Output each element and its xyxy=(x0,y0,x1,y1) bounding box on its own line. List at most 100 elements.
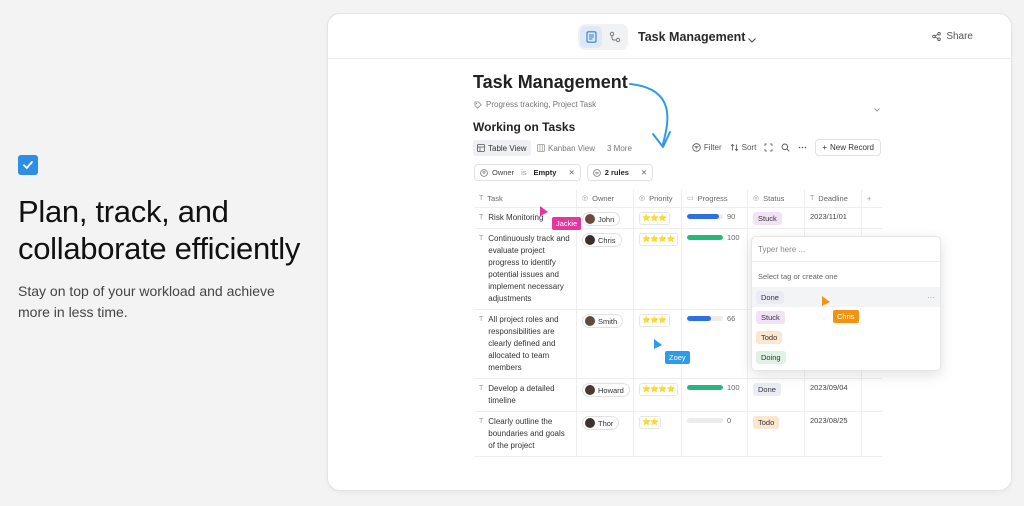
owner-chip[interactable]: Howard xyxy=(582,383,630,397)
status-cell[interactable]: Done xyxy=(748,379,805,411)
status-badge: Todo xyxy=(756,330,783,344)
progress-cell[interactable]: 100 xyxy=(682,229,748,309)
new-record-button[interactable]: + New Record xyxy=(815,139,881,156)
progress-cell[interactable]: 0 xyxy=(682,412,748,456)
progress-cell[interactable]: 100 xyxy=(682,379,748,411)
collaborator-tag-zoey: Zoey xyxy=(665,351,690,364)
progress-bar xyxy=(687,214,723,219)
collapse-chevron-icon[interactable] xyxy=(873,100,881,118)
deadline-cell[interactable]: 2023/11/01 xyxy=(805,208,862,230)
tab-table-view[interactable]: Table View xyxy=(473,140,531,156)
owner-chip[interactable]: John xyxy=(582,212,621,226)
owner-cell[interactable]: Thor xyxy=(577,412,634,456)
owner-cell[interactable]: John xyxy=(577,208,634,230)
view-toolbar: Table View Kanban View 3 More Filter Sor… xyxy=(473,139,881,158)
status-cell[interactable]: Stuck xyxy=(748,208,805,230)
column-label: Deadline xyxy=(818,194,848,203)
table-icon xyxy=(477,144,485,152)
column-header-status[interactable]: ◎ Status xyxy=(748,190,805,207)
search-icon[interactable] xyxy=(781,143,790,152)
dropdown-option-doing[interactable]: Doing xyxy=(752,347,940,367)
progress-fill xyxy=(687,235,723,240)
star-rating[interactable]: ⭐⭐⭐⭐ xyxy=(639,233,678,246)
share-button[interactable]: Share xyxy=(932,31,973,42)
close-icon[interactable]: ✕ xyxy=(641,168,647,177)
task-text: Risk Monitoring xyxy=(488,213,544,222)
owner-cell[interactable]: Chris xyxy=(577,229,634,309)
avatar xyxy=(585,235,595,245)
text-field-icon: T xyxy=(479,418,484,425)
task-cell[interactable]: T All project roles and responsibilities … xyxy=(474,310,577,378)
tag-search-input[interactable]: Typer here ... xyxy=(752,237,940,262)
document-title: Task Management xyxy=(473,72,628,92)
column-header-task[interactable]: T Task xyxy=(474,190,577,207)
owner-cell[interactable]: Smith xyxy=(577,310,634,378)
priority-cell[interactable]: ⭐⭐⭐ xyxy=(634,310,682,378)
hero-headline: Plan, track, and collaborate efficiently xyxy=(18,194,301,266)
expand-icon[interactable] xyxy=(764,143,773,152)
owner-filter-chip[interactable]: Owner is Empty ✕ xyxy=(474,164,581,181)
star-rating[interactable]: ⭐⭐⭐ xyxy=(639,212,670,225)
task-cell[interactable]: T Develop a detailed timeline xyxy=(474,379,577,411)
owner-chip[interactable]: Chris xyxy=(582,233,622,247)
owner-cell[interactable]: Howard xyxy=(577,379,634,411)
progress-bar xyxy=(687,418,723,423)
priority-cell[interactable]: ⭐⭐ xyxy=(634,412,682,456)
owner-chip[interactable]: Thor xyxy=(582,416,620,430)
add-column-button[interactable]: + xyxy=(862,190,882,207)
text-field-icon: T xyxy=(479,385,484,392)
progress-bar xyxy=(687,235,723,240)
tab-kanban-view[interactable]: Kanban View xyxy=(533,140,599,156)
more-options-icon[interactable] xyxy=(798,143,807,152)
document-view-icon[interactable] xyxy=(580,26,602,48)
rules-icon xyxy=(592,168,601,177)
table-header: T Task ◎ Owner ◎ Priority ▭ Progress ◎ Status… xyxy=(474,190,882,208)
column-header-deadline[interactable]: T Deadline xyxy=(805,190,862,207)
task-cell[interactable]: T Continuously track and evaluate project… xyxy=(474,229,577,309)
priority-cell[interactable]: ⭐⭐⭐ xyxy=(634,208,682,230)
close-icon[interactable]: ✕ xyxy=(568,168,574,177)
text-field-icon: T xyxy=(479,214,484,221)
share-icon xyxy=(932,32,942,41)
status-badge[interactable]: Done xyxy=(753,383,781,396)
star-rating[interactable]: ⭐⭐ xyxy=(639,416,662,429)
star-rating[interactable]: ⭐⭐⭐⭐ xyxy=(639,383,678,396)
more-options-icon[interactable]: ··· xyxy=(927,293,935,302)
star-rating[interactable]: ⭐⭐⭐ xyxy=(639,314,670,327)
sort-button[interactable]: Sort xyxy=(730,143,756,152)
hand-drawn-arrow xyxy=(629,83,669,145)
priority-cell[interactable]: ⭐⭐⭐⭐ xyxy=(634,379,682,411)
tab-more-views[interactable]: 3 More xyxy=(603,140,636,156)
column-header-priority[interactable]: ◎ Priority xyxy=(634,190,682,207)
tag-icon xyxy=(474,101,482,109)
status-badge[interactable]: Stuck xyxy=(753,212,782,225)
priority-cell[interactable]: ⭐⭐⭐⭐ xyxy=(634,229,682,309)
status-icon: ◎ xyxy=(753,194,760,202)
task-cell[interactable]: T Clearly outline the boundaries and goal… xyxy=(474,412,577,456)
table-row[interactable]: T Develop a detailed timeline Howard ⭐⭐⭐⭐… xyxy=(474,379,882,412)
progress-cell[interactable]: 66 xyxy=(682,310,748,378)
table-row[interactable]: T Clearly outline the boundaries and goal… xyxy=(474,412,882,457)
workflow-view-icon[interactable] xyxy=(604,26,626,48)
date-icon: T xyxy=(810,194,815,202)
column-header-owner[interactable]: ◎ Owner xyxy=(577,190,634,207)
rules-count: 2 rules xyxy=(604,168,629,177)
status-badge: Stuck xyxy=(756,310,785,324)
status-badge[interactable]: Todo xyxy=(753,416,780,429)
deadline-cell[interactable]: 2023/08/25 xyxy=(805,412,862,456)
status-cell[interactable]: Todo xyxy=(748,412,805,456)
filter-button[interactable]: Filter xyxy=(692,143,722,152)
deadline-cell[interactable]: 2023/09/04 xyxy=(805,379,862,411)
rules-filter-chip[interactable]: 2 rules ✕ xyxy=(586,164,654,181)
column-header-progress[interactable]: ▭ Progress xyxy=(682,190,748,207)
owner-chip[interactable]: Smith xyxy=(582,314,624,328)
progress-bar xyxy=(687,385,723,390)
dropdown-option-done[interactable]: Done ··· xyxy=(752,287,940,307)
column-label: Progress xyxy=(697,194,728,203)
dropdown-option-todo[interactable]: Todo xyxy=(752,327,940,347)
task-text: All project roles and responsibilities a… xyxy=(488,315,559,372)
chevron-down-icon[interactable] xyxy=(747,31,757,49)
progress-cell[interactable]: 90 xyxy=(682,208,748,230)
new-record-label: New Record xyxy=(829,143,874,152)
table-row[interactable]: T Risk Monitoring John ⭐⭐⭐ 90 Stuck 2023/… xyxy=(474,208,882,230)
